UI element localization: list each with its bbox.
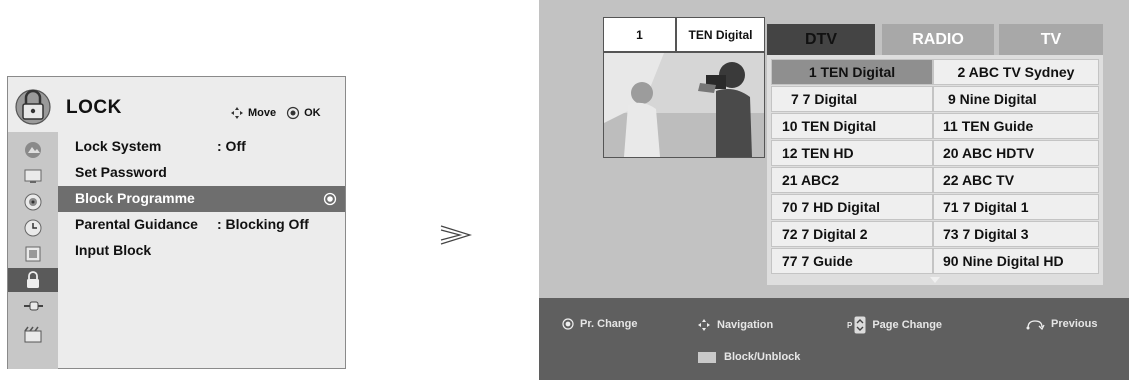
tab-label: DTV [805, 30, 837, 48]
lock-item-label: Block Programme [75, 190, 195, 206]
channel-cell[interactable]: 72 7 Digital 2 [771, 221, 933, 247]
lock-item-parental-guidance[interactable]: Parental Guidance : Blocking Off [58, 212, 345, 238]
channel-cell[interactable]: 22 ABC TV [933, 167, 1099, 193]
color-key-swatch [698, 351, 716, 363]
sidebar-item-lock[interactable] [8, 268, 58, 292]
return-icon [1026, 320, 1045, 330]
hint-move-label: Move [248, 107, 277, 119]
next-arrow-icon [440, 225, 472, 245]
audio-icon [24, 193, 41, 211]
channel-cell[interactable]: 11 TEN Guide [933, 113, 1099, 139]
lock-menu-sidebar [8, 132, 58, 369]
sidebar-item-setup[interactable] [14, 242, 51, 266]
channel-cell[interactable]: 10 TEN Digital [771, 113, 933, 139]
channel-preview [603, 52, 765, 158]
hint-ok-label: OK [304, 107, 321, 119]
sidebar-item-time[interactable] [14, 216, 51, 240]
current-channel-number: 1 [603, 17, 676, 52]
sidebar-item-input[interactable] [14, 294, 51, 318]
previous-hint: Previous [1025, 318, 1097, 330]
setup-icon [25, 246, 40, 262]
lock-item-lock-system[interactable]: Lock System : Off [58, 134, 345, 160]
tab-label: TV [1040, 30, 1062, 48]
bottom-help-bar: Pr. Change Navigation P Page Change Prev… [539, 298, 1129, 380]
channel-cell[interactable]: 7 7 Digital [771, 86, 933, 112]
tab-dtv[interactable]: DTV [767, 24, 875, 55]
tab-tv[interactable]: TV [999, 24, 1103, 55]
channel-cell[interactable]: 12 TEN HD [771, 140, 933, 166]
preview-image-icon [604, 53, 764, 157]
channel-cell[interactable]: 70 7 HD Digital [771, 194, 933, 220]
channel-cell[interactable]: 73 7 Digital 3 [933, 221, 1099, 247]
lock-menu-hint: Move OK [230, 106, 321, 120]
page-change-hint: P Page Change [847, 316, 942, 334]
lock-item-set-password[interactable]: Set Password [58, 160, 345, 186]
ok-icon [323, 192, 337, 206]
lock-item-value: : Blocking Off [217, 216, 309, 232]
move-arrows-icon [231, 107, 243, 119]
channel-grid: 1 TEN Digital 2 ABC TV Sydney 7 7 Digita… [767, 55, 1103, 285]
block-unblock-label: Block/Unblock [724, 351, 801, 363]
tv-guide-icon [23, 326, 41, 343]
pr-change-label: Pr. Change [580, 318, 638, 330]
tab-radio[interactable]: RADIO [882, 24, 994, 55]
previous-label: Previous [1051, 318, 1098, 330]
navigation-label: Navigation [717, 319, 774, 331]
channel-cell[interactable]: 20 ABC HDTV [933, 140, 1099, 166]
pr-change-hint: Pr. Change [562, 318, 637, 330]
sidebar-item-guide[interactable] [14, 322, 51, 346]
input-icon [23, 301, 43, 311]
lock-item-label: Input Block [75, 242, 152, 258]
lock-menu-header: LOCK Move OK [8, 77, 345, 132]
sidebar-item-picture[interactable] [14, 138, 51, 162]
lock-icon [27, 271, 39, 288]
channel-cell[interactable]: 2 ABC TV Sydney [933, 59, 1099, 85]
picture-icon [24, 142, 41, 158]
lock-item-value: : Off [217, 138, 246, 154]
sidebar-item-screen[interactable] [14, 164, 51, 188]
lock-item-label: Set Password [75, 164, 167, 180]
source-tabs: DTV RADIO TV [767, 24, 1103, 55]
lock-menu-title: LOCK [66, 97, 122, 118]
lock-item-block-programme[interactable]: Block Programme [58, 186, 345, 212]
navigation-arrows-icon [698, 319, 710, 331]
ok-icon [562, 318, 574, 330]
channel-cell[interactable]: 71 7 Digital 1 [933, 194, 1099, 220]
channel-cell[interactable]: 9 Nine Digital [933, 86, 1099, 112]
lock-item-input-block[interactable]: Input Block [58, 238, 345, 264]
scroll-down-icon[interactable] [930, 277, 940, 283]
ok-icon [287, 106, 300, 120]
channel-cell[interactable]: 77 7 Guide [771, 248, 933, 274]
block-unblock-hint: Block/Unblock [698, 351, 800, 363]
lock-menu: LOCK Move OK Lock System: Off Set Passw… [7, 76, 346, 369]
sidebar-item-audio[interactable] [14, 190, 51, 214]
tab-label: RADIO [912, 30, 964, 48]
page-prefix: P [847, 320, 853, 330]
lock-item-label: Parental Guidance [75, 216, 198, 232]
channel-cell[interactable]: 90 Nine Digital HD [933, 248, 1099, 274]
monitor-icon [24, 169, 41, 183]
page-up-down-icon [854, 316, 866, 334]
channel-cell[interactable]: 21 ABC2 [771, 167, 933, 193]
lock-icon [15, 89, 51, 125]
channel-cell[interactable]: 1 TEN Digital [771, 59, 933, 85]
current-channel-name: TEN Digital [676, 17, 765, 52]
block-programme-panel: 1 TEN Digital DTV RADIO TV 1 TEN Digital… [539, 0, 1129, 380]
page-change-label: Page Change [872, 319, 943, 331]
navigation-hint: Navigation [697, 318, 773, 332]
clock-icon [24, 219, 41, 237]
lock-item-label: Lock System [75, 138, 162, 154]
